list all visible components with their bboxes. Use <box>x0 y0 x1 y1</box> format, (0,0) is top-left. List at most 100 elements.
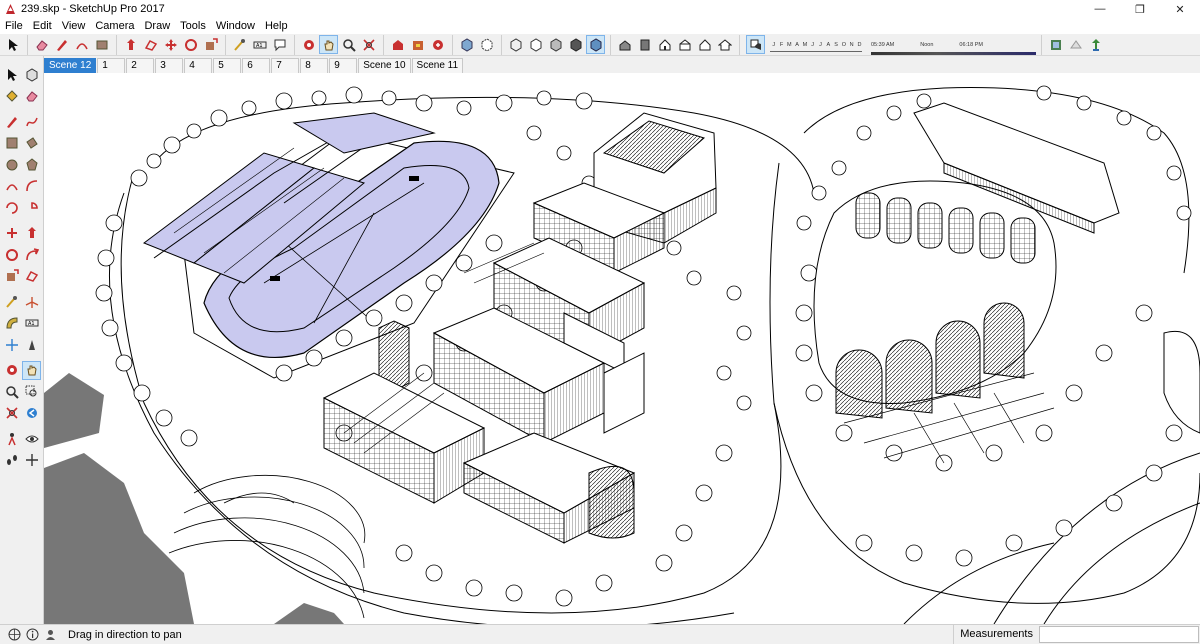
iso-view-button[interactable] <box>615 35 634 54</box>
xray-style-button[interactable] <box>457 35 476 54</box>
extension-warehouse-button[interactable] <box>408 35 427 54</box>
toggle-shadows-button[interactable] <box>746 35 765 54</box>
3d-text-tool[interactable] <box>22 335 41 354</box>
select-tool-left[interactable] <box>2 65 21 84</box>
line-tool-left[interactable] <box>2 112 21 131</box>
menu-camera[interactable]: Camera <box>90 18 139 34</box>
walk-tool[interactable] <box>2 451 21 470</box>
eraser-tool-button[interactable] <box>32 35 51 54</box>
zoom-tool-left[interactable] <box>2 382 21 401</box>
scene-tab-scene-10[interactable]: Scene 10 <box>358 58 411 73</box>
push-pull-button[interactable] <box>121 35 140 54</box>
geo-location-icon[interactable] <box>6 627 22 643</box>
zoom-button[interactable] <box>339 35 358 54</box>
scene-tab-8[interactable]: 8 <box>300 58 329 73</box>
scene-tab-3[interactable]: 3 <box>155 58 184 73</box>
text-button[interactable] <box>270 35 289 54</box>
scale-button[interactable] <box>201 35 220 54</box>
layers-button[interactable] <box>1046 35 1065 54</box>
move-button[interactable] <box>161 35 180 54</box>
scene-tab-7[interactable]: 7 <box>271 58 300 73</box>
model-viewport[interactable] <box>44 73 1200 624</box>
orbit-tool-left[interactable] <box>2 361 21 380</box>
menu-file[interactable]: File <box>0 18 28 34</box>
pan-tool-left[interactable] <box>22 360 41 380</box>
left-view-button[interactable] <box>715 35 734 54</box>
back-view-button[interactable] <box>695 35 714 54</box>
section-plane-tool[interactable] <box>2 335 21 354</box>
pan-button[interactable] <box>319 35 338 54</box>
back-edges-button[interactable] <box>477 35 496 54</box>
scene-tab-9[interactable]: 9 <box>329 58 358 73</box>
hidden-line-button[interactable] <box>526 35 545 54</box>
follow-me-tool[interactable] <box>22 245 41 264</box>
eraser-tool-left[interactable] <box>22 87 41 106</box>
circle-tool[interactable] <box>2 155 21 174</box>
zoom-extents-tool-left[interactable] <box>2 404 21 423</box>
scene-tab-scene-12[interactable]: Scene 12 <box>44 58 97 73</box>
offset-button[interactable] <box>141 35 160 54</box>
line-tool-button[interactable] <box>52 35 71 54</box>
arc-tool-button[interactable] <box>72 35 91 54</box>
tape-measure-button[interactable] <box>230 35 249 54</box>
tape-measure-tool-left[interactable] <box>2 292 21 311</box>
scene-tab-1[interactable]: 1 <box>97 58 126 73</box>
soften-edges-button[interactable] <box>1066 35 1085 54</box>
scene-tab-4[interactable]: 4 <box>184 58 213 73</box>
select-tool-button[interactable] <box>3 35 22 54</box>
menu-help[interactable]: Help <box>260 18 293 34</box>
scene-tab-6[interactable]: 6 <box>242 58 271 73</box>
scene-tab-scene-11[interactable]: Scene 11 <box>411 58 464 73</box>
zoom-window-tool[interactable] <box>22 382 41 401</box>
rotate-tool-left[interactable] <box>2 245 21 264</box>
menu-draw[interactable]: Draw <box>139 18 175 34</box>
add-location-button[interactable] <box>1086 35 1105 54</box>
section-move-tool[interactable] <box>22 451 41 470</box>
scale-tool-left[interactable] <box>2 267 21 286</box>
orbit-button[interactable] <box>299 35 318 54</box>
scene-tab-2[interactable]: 2 <box>126 58 155 73</box>
dimension-tool-left[interactable]: A1 <box>22 314 41 333</box>
minimize-button[interactable]: — <box>1080 0 1120 18</box>
dimension-button[interactable]: A1 <box>250 35 269 54</box>
shapes-tool-button[interactable] <box>92 35 111 54</box>
front-view-button[interactable] <box>655 35 674 54</box>
menu-window[interactable]: Window <box>211 18 260 34</box>
two-point-arc-tool[interactable] <box>22 177 41 196</box>
monochrome-button[interactable] <box>586 35 605 54</box>
make-component-tool[interactable] <box>22 65 41 84</box>
pie-tool[interactable] <box>22 198 41 217</box>
shaded-button[interactable] <box>546 35 565 54</box>
warehouse-button[interactable] <box>388 35 407 54</box>
zoom-extents-button[interactable] <box>359 35 378 54</box>
look-around-tool[interactable] <box>22 429 41 448</box>
share-model-button[interactable] <box>428 35 447 54</box>
credits-info-icon[interactable] <box>24 627 40 643</box>
previous-view-tool[interactable] <box>22 404 41 423</box>
offset-tool-left[interactable] <box>22 267 41 286</box>
move-tool-left[interactable] <box>2 224 21 243</box>
time-slider[interactable]: 05:39 AM Noon 06:18 PM <box>871 42 1041 55</box>
menu-edit[interactable]: Edit <box>28 18 57 34</box>
position-camera-tool[interactable] <box>2 429 21 448</box>
arc-tool-left[interactable] <box>2 177 21 196</box>
paint-bucket-tool[interactable] <box>2 87 21 106</box>
rotate-button[interactable] <box>181 35 200 54</box>
scene-tab-5[interactable]: 5 <box>213 58 242 73</box>
rectangle-tool[interactable] <box>2 134 21 153</box>
push-pull-tool-left[interactable] <box>22 224 41 243</box>
maximize-button[interactable]: ❐ <box>1120 0 1160 18</box>
freehand-tool[interactable] <box>22 112 41 131</box>
user-account-icon[interactable] <box>42 627 58 643</box>
three-point-arc-tool[interactable] <box>2 198 21 217</box>
protractor-tool[interactable] <box>2 314 21 333</box>
close-button[interactable]: ✕ <box>1160 0 1200 18</box>
top-view-button[interactable] <box>635 35 654 54</box>
measurements-input[interactable] <box>1039 626 1199 643</box>
menu-view[interactable]: View <box>57 18 91 34</box>
shaded-textures-button[interactable] <box>566 35 585 54</box>
axes-tool[interactable] <box>22 292 41 311</box>
menu-tools[interactable]: Tools <box>175 18 211 34</box>
right-view-button[interactable] <box>675 35 694 54</box>
polygon-tool[interactable] <box>22 155 41 174</box>
